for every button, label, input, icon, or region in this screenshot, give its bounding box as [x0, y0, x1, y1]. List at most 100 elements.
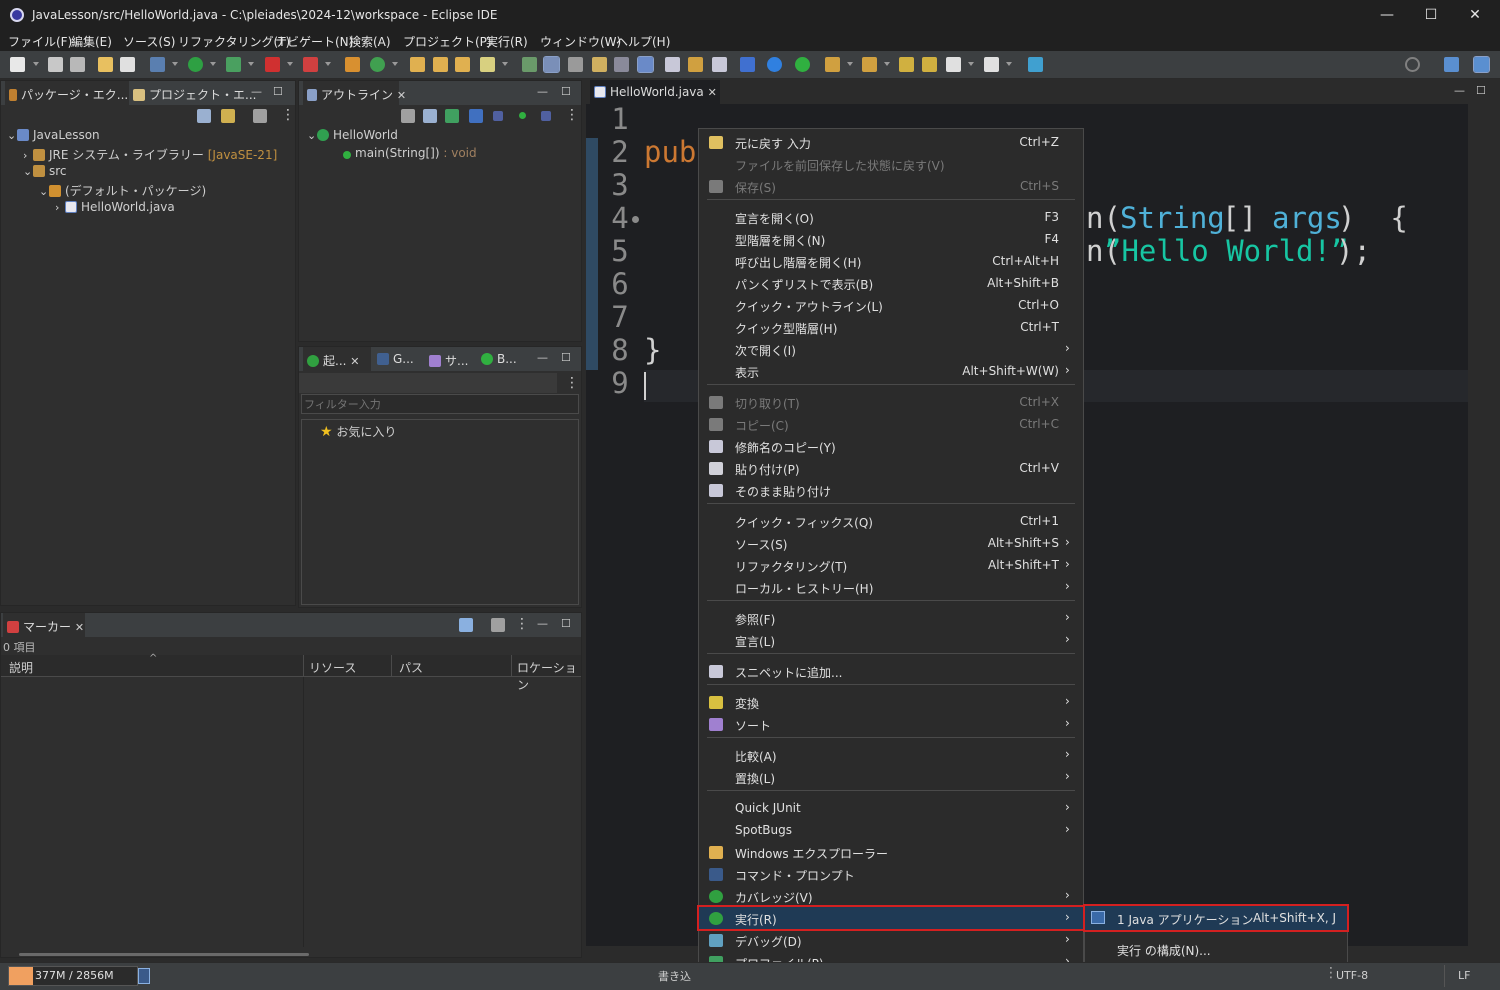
hide-nonpublic-icon[interactable]: [493, 111, 503, 121]
tab-servers[interactable]: サ...: [429, 347, 473, 371]
highlight-icon[interactable]: [543, 56, 560, 73]
task-icon[interactable]: [665, 57, 680, 72]
context-menu-item-17[interactable]: ソース(S) Alt+Shift+S ›: [699, 532, 1083, 554]
context-menu-item-9[interactable]: 次で開く(I) ›: [699, 338, 1083, 360]
context-menu-item-32[interactable]: 実行(R) ›: [697, 905, 1085, 931]
hide-local-icon[interactable]: [519, 112, 526, 119]
context-menu-item-15[interactable]: そのまま貼り付け: [699, 479, 1083, 501]
close-icon[interactable]: ✕: [397, 89, 406, 102]
tree-item-project[interactable]: ⌄ JavaLesson: [7, 128, 100, 146]
vertical-scrollbar[interactable]: [1468, 104, 1482, 946]
toggle-mark-icon[interactable]: [522, 57, 537, 72]
power-icon[interactable]: [795, 57, 810, 72]
context-menu-item-26[interactable]: 置換(L) ›: [699, 766, 1083, 788]
heap-status[interactable]: 377M / 2856M: [8, 966, 138, 986]
context-menu-item-0[interactable]: 元に戻す 入力 Ctrl+Z: [699, 131, 1083, 153]
tab-outline[interactable]: アウトライン ✕: [303, 81, 406, 105]
view-menu-icon[interactable]: ⋮: [565, 375, 579, 391]
context-menu-item-18[interactable]: リファクタリング(T) Alt+Shift+T ›: [699, 554, 1083, 576]
annotation-icon[interactable]: [592, 57, 607, 72]
tab-gradle[interactable]: G...: [377, 347, 421, 371]
undo-icon[interactable]: [98, 57, 113, 72]
block-select-icon[interactable]: [614, 57, 629, 72]
menu-edit[interactable]: 編集(E): [71, 33, 112, 50]
context-menu-item-10[interactable]: 表示 Alt+Shift+W(W) ›: [699, 360, 1083, 382]
tree-item-jre[interactable]: › JRE システム・ライブラリー [JavaSE-21]: [23, 146, 277, 164]
run-java-application-item[interactable]: 1 Java アプリケーション Alt+Shift+X, J: [1083, 904, 1349, 932]
prev-annotation-icon[interactable]: [862, 57, 877, 72]
back-icon[interactable]: [946, 57, 961, 72]
context-menu-item-28[interactable]: SpotBugs ›: [699, 819, 1083, 841]
menu-refactor[interactable]: リファクタリング(T): [178, 33, 290, 50]
last-edit-forward-icon[interactable]: [922, 57, 937, 72]
menu-help[interactable]: ヘルプ(H): [616, 33, 670, 50]
tab-launch[interactable]: 起... ✕: [303, 347, 371, 371]
maximize-icon[interactable]: ☐: [273, 85, 283, 98]
view-menu-icon[interactable]: ⋮: [281, 107, 295, 123]
minimize-icon[interactable]: —: [251, 85, 262, 98]
chevron-down-icon[interactable]: ⌄: [39, 185, 49, 198]
context-menu-item-14[interactable]: 貼り付け(P) Ctrl+V: [699, 457, 1083, 479]
context-menu-item-8[interactable]: クイック型階層(H) Ctrl+T: [699, 316, 1083, 338]
gc-icon[interactable]: [138, 968, 150, 984]
context-menu-item-25[interactable]: 比較(A) ›: [699, 744, 1083, 766]
context-menu-item-27[interactable]: Quick JUnit ›: [699, 797, 1083, 819]
chevron-right-icon[interactable]: ›: [23, 149, 33, 162]
menu-window[interactable]: ウィンドウ(W): [540, 33, 621, 50]
maximize-icon[interactable]: ☐: [561, 351, 571, 364]
context-menu-item-30[interactable]: コマンド・プロンプト: [699, 863, 1083, 885]
close-icon[interactable]: ✕: [75, 621, 84, 634]
new-icon[interactable]: [10, 57, 25, 72]
context-menu-item-5[interactable]: 呼び出し階層を開く(H) Ctrl+Alt+H: [699, 250, 1083, 272]
run-icon[interactable]: [188, 57, 203, 72]
menu-run[interactable]: 実行(R): [486, 33, 528, 50]
encoding[interactable]: UTF-8: [1336, 969, 1368, 982]
context-menu-item-29[interactable]: Windows エクスプローラー: [699, 841, 1083, 863]
tab-project-explorer[interactable]: プロジェクト・エ...: [133, 81, 256, 105]
minimize-icon[interactable]: —: [537, 85, 548, 98]
hide-fields-icon[interactable]: [445, 109, 459, 123]
save-icon[interactable]: [48, 57, 63, 72]
context-menu-item-20[interactable]: 参照(F) ›: [699, 607, 1083, 629]
java-perspective-icon[interactable]: [1473, 56, 1490, 73]
filter-icon[interactable]: [459, 618, 473, 632]
external-tools-icon[interactable]: [303, 57, 318, 72]
next-annotation-icon[interactable]: [825, 57, 840, 72]
context-menu-item-3[interactable]: 宣言を開く(O) F3: [699, 206, 1083, 228]
outline-class[interactable]: ⌄ HelloWorld: [307, 128, 398, 146]
context-menu-item-23[interactable]: 変換 ›: [699, 691, 1083, 713]
tree-item-default-package[interactable]: ⌄ (デフォルト・パッケージ): [39, 182, 206, 200]
maximize-button[interactable]: ☐: [1408, 0, 1454, 31]
context-menu-item-13[interactable]: 修飾名のコピー(Y): [699, 435, 1083, 457]
chevron-down-icon[interactable]: ⌄: [23, 165, 33, 178]
tab-boot[interactable]: B...: [481, 347, 525, 371]
chevron-right-icon[interactable]: ›: [55, 201, 65, 214]
filter-input[interactable]: [301, 394, 579, 414]
context-menu-item-16[interactable]: クイック・フィックス(Q) Ctrl+1: [699, 510, 1083, 532]
close-button[interactable]: ✕: [1452, 0, 1498, 31]
search-icon[interactable]: [1405, 57, 1420, 72]
chevron-down-icon[interactable]: ⌄: [307, 129, 317, 142]
context-menu-item-4[interactable]: 型階層を開く(N) F4: [699, 228, 1083, 250]
maximize-icon[interactable]: ☐: [1476, 84, 1486, 97]
save-all-icon[interactable]: [70, 57, 85, 72]
minimize-icon[interactable]: —: [537, 351, 548, 364]
redo-icon[interactable]: [120, 57, 135, 72]
window-icon[interactable]: [740, 57, 755, 72]
problems-icon[interactable]: [712, 57, 727, 72]
context-menu-item-19[interactable]: ローカル・ヒストリー(H) ›: [699, 576, 1083, 598]
open-folder-icon[interactable]: [433, 57, 448, 72]
open-perspective-icon[interactable]: [1444, 57, 1459, 72]
chevron-down-icon[interactable]: ⌄: [7, 129, 17, 142]
context-menu-item-31[interactable]: カバレッジ(V) ›: [699, 885, 1083, 907]
col-path[interactable]: パス: [399, 659, 423, 676]
menu-navigate[interactable]: ナビゲート(N): [275, 33, 353, 50]
minimize-icon[interactable]: —: [537, 617, 548, 630]
tab-markers[interactable]: マーカー ✕: [3, 613, 85, 637]
hide-static-icon[interactable]: [469, 109, 483, 123]
coverage-icon[interactable]: [226, 57, 241, 72]
minimize-button[interactable]: —: [1364, 0, 1410, 31]
tree-item-src[interactable]: ⌄ src: [23, 164, 67, 182]
link-editor-icon[interactable]: [221, 109, 235, 123]
build-icon[interactable]: [688, 57, 703, 72]
